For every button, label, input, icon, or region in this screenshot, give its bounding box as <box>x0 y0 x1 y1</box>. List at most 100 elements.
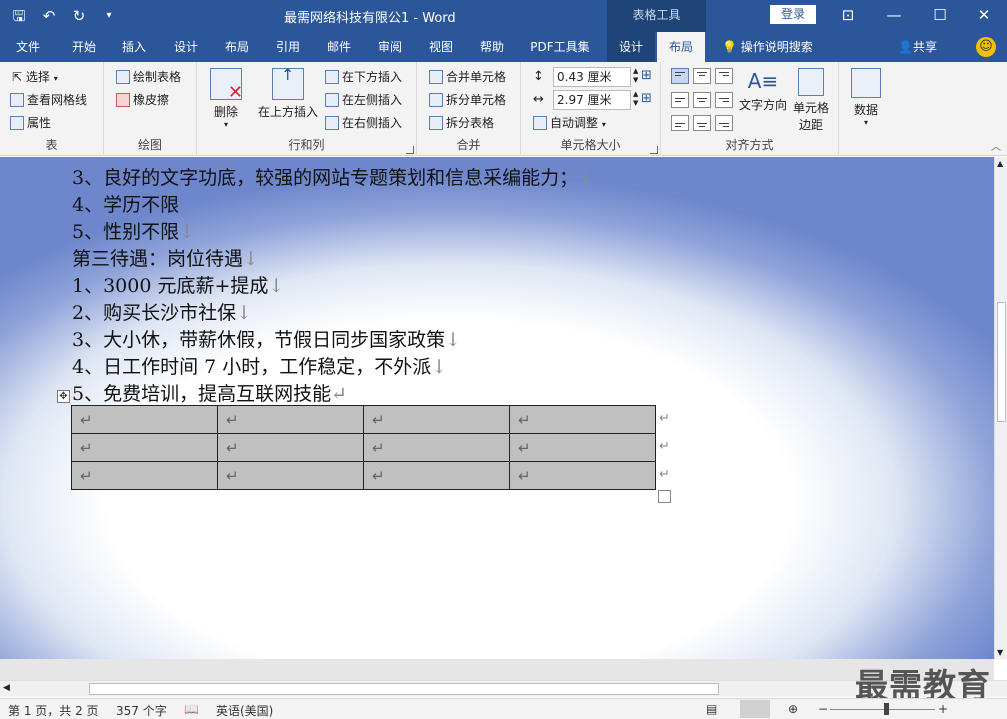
document-title: 最需网络科技有限公1 - Word <box>284 11 456 26</box>
table-resize-handle[interactable] <box>658 490 671 503</box>
table-cell[interactable]: ↵ <box>71 405 218 434</box>
distribute-rows-icon[interactable]: ⊞ <box>641 68 652 83</box>
undo-icon[interactable]: ↶ <box>38 5 60 27</box>
customize-qat-icon[interactable]: ▾ <box>98 5 120 27</box>
print-layout-icon[interactable] <box>740 700 770 718</box>
view-gridlines-label: 查看网格线 <box>27 93 88 107</box>
delete-button[interactable]: ✕ 删除 ▾ <box>205 68 247 129</box>
table-cell[interactable]: ↵ <box>363 405 510 434</box>
align-bottom-center-icon[interactable] <box>693 115 711 131</box>
zoom-out-icon[interactable]: − <box>818 702 828 716</box>
tab-design[interactable]: 设计 <box>166 32 206 62</box>
group-draw: 绘制表格 橡皮擦 绘图 <box>104 62 197 156</box>
word-count[interactable]: 357 个字 <box>116 702 167 719</box>
table-cell[interactable]: ↵ <box>509 461 656 490</box>
tab-help[interactable]: 帮助 <box>472 32 512 62</box>
close-icon[interactable]: ✕ <box>961 4 1007 26</box>
collapse-ribbon-icon[interactable]: ︿ <box>991 138 1001 153</box>
scroll-left-icon[interactable]: ◀ <box>3 683 10 693</box>
align-top-center-icon[interactable] <box>693 68 711 84</box>
align-middle-right-icon[interactable] <box>715 92 733 108</box>
row-end-mark: ↵ <box>659 467 670 482</box>
document-table[interactable]: ↵ ↵ ↵ ↵ ↵ ↵ ↵ ↵ ↵ ↵ ↵ ↵ <box>71 405 656 490</box>
table-cell[interactable]: ↵ <box>509 405 656 434</box>
read-mode-icon[interactable]: ▤ <box>706 702 717 716</box>
tab-insert[interactable]: 插入 <box>114 32 154 62</box>
align-bottom-left-icon[interactable] <box>671 115 689 131</box>
line-text: 2、购买长沙市社保 <box>72 302 237 324</box>
eraser-button[interactable]: 橡皮擦 <box>116 90 169 110</box>
table-cell[interactable]: ↵ <box>71 433 218 462</box>
tab-file[interactable]: 文件 <box>8 32 48 62</box>
distribute-columns-icon[interactable]: ⊞ <box>641 91 652 106</box>
align-middle-left-icon[interactable] <box>671 92 689 108</box>
feedback-smiley-icon[interactable]: ☺ <box>976 37 996 57</box>
tab-layout[interactable]: 布局 <box>217 32 257 62</box>
table-cell[interactable]: ↵ <box>363 461 510 490</box>
share-button[interactable]: 👤共享 <box>898 32 937 62</box>
merge-cells-button[interactable]: 合并单元格 <box>429 67 506 87</box>
split-cells-button[interactable]: 拆分单元格 <box>429 90 506 110</box>
row-height-input[interactable]: 0.43 厘米 <box>553 67 631 87</box>
tab-pdf-tools[interactable]: PDF工具集 <box>523 32 597 62</box>
align-top-left-icon[interactable] <box>671 68 689 84</box>
horizontal-scroll-thumb[interactable] <box>89 683 719 695</box>
column-width-spinner-icon[interactable]: ▲ ▼ <box>633 90 638 108</box>
page-count[interactable]: 第 1 页，共 2 页 <box>8 702 99 719</box>
data-button[interactable]: 数据 ▾ <box>849 68 883 127</box>
view-gridlines-button[interactable]: 查看网格线 <box>10 90 87 110</box>
cell-size-dialog-launcher-icon[interactable] <box>650 146 658 154</box>
scroll-up-icon[interactable]: ▲ <box>997 159 1003 168</box>
tab-view[interactable]: 视图 <box>421 32 461 62</box>
proofing-icon[interactable]: 📖 <box>184 702 199 716</box>
maximize-icon[interactable]: ☐ <box>917 4 963 26</box>
align-middle-center-icon[interactable] <box>693 92 711 108</box>
tab-home[interactable]: 开始 <box>62 32 106 62</box>
table-cell[interactable]: ↵ <box>363 433 510 462</box>
minimize-icon[interactable]: — <box>871 4 917 26</box>
zoom-slider-thumb[interactable] <box>884 703 889 715</box>
document-page[interactable]: 3、良好的文字功底，较强的网站专题策划和信息采编能力；↓ 4、学历不限 5、性别… <box>0 157 994 659</box>
insert-right-button[interactable]: 在右侧插入 <box>325 113 402 133</box>
table-cell[interactable]: ↵ <box>217 405 364 434</box>
table-move-handle-icon[interactable]: ✥ <box>57 390 70 403</box>
table-cell[interactable]: ↵ <box>217 433 364 462</box>
vertical-scroll-thumb[interactable] <box>997 302 1006 422</box>
align-top-right-icon[interactable] <box>715 68 733 84</box>
redo-icon[interactable]: ↻ <box>68 5 90 27</box>
insert-above-button[interactable]: ↑ 在上方插入 <box>255 65 321 120</box>
zoom-slider[interactable] <box>830 709 935 710</box>
table-cell[interactable]: ↵ <box>71 461 218 490</box>
autofit-button[interactable]: 自动调整 ▾ <box>533 113 606 133</box>
split-table-button[interactable]: 拆分表格 <box>429 113 494 133</box>
tab-mailings[interactable]: 邮件 <box>319 32 359 62</box>
tell-me-search[interactable]: 💡 操作说明搜索 <box>722 32 813 62</box>
text-direction-button[interactable]: A≡ 文字方向 <box>737 66 789 113</box>
login-button[interactable]: 登录 <box>770 5 816 24</box>
vertical-scrollbar[interactable]: ▲ ▼ <box>994 157 1007 659</box>
insert-left-button[interactable]: 在左侧插入 <box>325 90 402 110</box>
properties-button[interactable]: 属性 <box>10 113 51 133</box>
row-height-spinner-icon[interactable]: ▲ ▼ <box>633 67 638 85</box>
rows-columns-dialog-launcher-icon[interactable] <box>406 146 414 154</box>
ribbon-display-options-icon[interactable]: ⊡ <box>825 4 871 26</box>
column-width-input[interactable]: 2.97 厘米 <box>553 90 631 110</box>
table-cell[interactable]: ↵ <box>509 433 656 462</box>
line-text: 5、免费培训，提高互联网技能 <box>72 383 332 405</box>
tab-review[interactable]: 审阅 <box>370 32 410 62</box>
tab-table-layout[interactable]: 布局 <box>657 32 705 63</box>
zoom-in-icon[interactable]: + <box>938 702 948 716</box>
select-button[interactable]: ⇱ 选择 ▾ <box>12 67 58 87</box>
draw-table-button[interactable]: 绘制表格 <box>116 67 181 87</box>
align-bottom-right-icon[interactable] <box>715 115 733 131</box>
scroll-down-icon[interactable]: ▼ <box>997 648 1003 657</box>
web-layout-icon[interactable]: ⊕ <box>788 702 798 716</box>
quick-access-toolbar: 🖫 ↶ ↻ ▾ <box>8 5 120 27</box>
cell-margins-button[interactable]: 单元格 边距 <box>789 68 833 133</box>
save-icon[interactable]: 🖫 <box>8 5 30 27</box>
table-cell[interactable]: ↵ <box>217 461 364 490</box>
language-status[interactable]: 英语(美国) <box>216 702 273 719</box>
tab-table-design[interactable]: 设计 <box>607 32 655 62</box>
insert-below-button[interactable]: 在下方插入 <box>325 67 402 87</box>
tab-references[interactable]: 引用 <box>268 32 308 62</box>
